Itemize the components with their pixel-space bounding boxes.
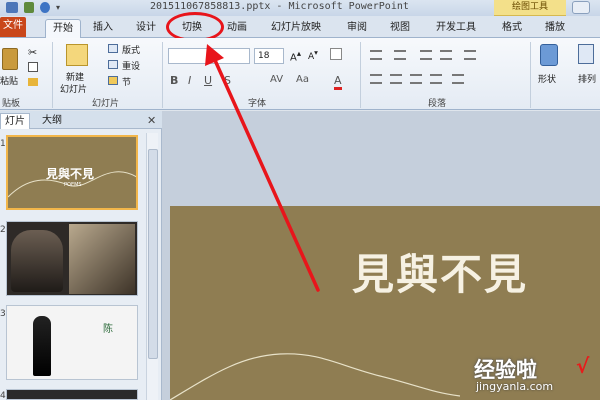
title-bar: ▾ 201511067858813.pptx - Microsoft Power…: [0, 0, 600, 16]
scrollbar-thumb[interactable]: [148, 149, 158, 359]
thumbnail-text: 陈: [103, 324, 113, 335]
tab-format[interactable]: 格式: [497, 19, 527, 38]
tab-slideshow[interactable]: 幻灯片放映: [266, 19, 326, 38]
paste-label[interactable]: 粘贴: [0, 74, 18, 87]
justify-icon[interactable]: [430, 74, 442, 84]
font-color-icon[interactable]: A: [334, 74, 342, 90]
tab-file[interactable]: 文件: [0, 17, 26, 37]
italic-icon[interactable]: I: [188, 74, 191, 87]
thumbnail-photo-left: [11, 230, 63, 292]
grow-font-icon[interactable]: A▴: [290, 48, 301, 63]
ribbon-separator: [162, 42, 163, 108]
tab-insert[interactable]: 插入: [88, 19, 118, 38]
slide-thumbnail[interactable]: 陈: [6, 305, 138, 380]
thumbnail-photo-right: [69, 224, 135, 294]
tab-view[interactable]: 视图: [385, 19, 415, 38]
thumbnail-scrollbar[interactable]: [146, 133, 158, 400]
tab-developer[interactable]: 开发工具: [432, 19, 480, 38]
thumbnail-title: 見與不見: [46, 167, 95, 181]
slides-pane: 灯片 大纲 ✕ 1 見與不見 POEMS 2 3 陈 4: [0, 111, 162, 400]
minimize-button[interactable]: [572, 1, 590, 14]
font-name-combo[interactable]: [168, 48, 250, 64]
tab-home[interactable]: 开始: [45, 19, 81, 38]
watermark: 经验啦 √ jingyanla.com: [474, 354, 594, 398]
ribbon: 粘贴 ✂ 贴板 新建 幻灯片 版式 重设 节 幻灯片 18 A▴ A▾ B I …: [0, 38, 600, 110]
slide-thumbnail[interactable]: [6, 221, 138, 296]
bold-icon[interactable]: B: [170, 74, 178, 87]
shapes-icon[interactable]: [540, 44, 558, 66]
tab-animations[interactable]: 动画: [222, 19, 252, 38]
drawing-tools-context-title: 绘图工具: [494, 0, 566, 16]
section-icon[interactable]: [108, 76, 118, 85]
shapes-button[interactable]: 形状: [538, 72, 556, 85]
slide-number: 4: [0, 391, 6, 400]
align-right-icon[interactable]: [410, 74, 422, 84]
undo-icon[interactable]: [24, 2, 34, 13]
character-spacing-icon[interactable]: AV: [270, 74, 283, 85]
format-painter-icon[interactable]: [28, 78, 38, 86]
watermark-url: jingyanla.com: [476, 380, 554, 393]
underline-icon[interactable]: U: [204, 74, 212, 87]
slide-number: 2: [0, 225, 6, 235]
layout-icon[interactable]: [108, 44, 118, 53]
redo-icon[interactable]: [40, 2, 50, 13]
ribbon-tab-row: 文件 开始 插入 设计 切换 动画 幻灯片放映 审阅 视图 开发工具 格式 播放: [0, 16, 600, 38]
clipboard-group-label: 贴板: [2, 99, 21, 109]
cut-icon[interactable]: ✂: [28, 46, 37, 59]
font-size-value: 18: [258, 51, 270, 61]
ribbon-separator: [360, 42, 361, 108]
close-icon[interactable]: ✕: [147, 114, 156, 127]
ribbon-separator: [52, 42, 53, 108]
thumbnail-figure: [33, 316, 51, 376]
pane-tabs: 灯片 大纲 ✕: [0, 111, 162, 129]
line-spacing-icon[interactable]: [464, 50, 476, 60]
shrink-font-icon[interactable]: A▾: [308, 48, 318, 62]
slide-number: 3: [0, 309, 6, 319]
arrange-icon[interactable]: [578, 44, 594, 64]
slide-title[interactable]: 見與不見: [352, 241, 528, 302]
powerpoint-window: ▾ 201511067858813.pptx - Microsoft Power…: [0, 0, 600, 400]
align-left-icon[interactable]: [370, 74, 382, 84]
slide-number: 1: [0, 139, 6, 149]
numbering-icon[interactable]: [394, 50, 406, 60]
copy-icon[interactable]: [28, 62, 38, 72]
increase-indent-icon[interactable]: [440, 50, 452, 60]
save-icon[interactable]: [6, 2, 18, 13]
reset-icon[interactable]: [108, 60, 118, 69]
paragraph-group-label: 段落: [428, 99, 447, 109]
arrange-button[interactable]: 排列: [578, 72, 596, 85]
window-title: 201511067858813.pptx - Microsoft PowerPo…: [150, 1, 409, 12]
tab-slides-pane[interactable]: 灯片: [0, 113, 30, 129]
new-slide-icon[interactable]: [66, 44, 88, 66]
new-slide-sublabel[interactable]: 幻灯片: [60, 82, 87, 95]
tab-playback[interactable]: 播放: [540, 19, 570, 38]
bullets-icon[interactable]: [370, 50, 382, 60]
customize-quick-access-icon[interactable]: ▾: [56, 2, 68, 13]
section-button[interactable]: 节: [122, 75, 131, 88]
columns-icon[interactable]: [452, 74, 464, 84]
align-center-icon[interactable]: [390, 74, 402, 84]
slide-thumbnail[interactable]: 見與不見 POEMS: [6, 135, 138, 210]
clear-formatting-icon[interactable]: [330, 48, 342, 60]
strikethrough-icon[interactable]: S: [224, 74, 231, 87]
font-group-label: 字体: [248, 99, 267, 109]
slide-thumbnail[interactable]: [6, 389, 138, 400]
thumbnail-subtitle: POEMS: [64, 182, 82, 188]
change-case-icon[interactable]: Aa: [296, 74, 309, 85]
ribbon-separator: [530, 42, 531, 108]
slides-group-label: 幻灯片: [92, 99, 120, 109]
tab-review[interactable]: 审阅: [342, 19, 372, 38]
tab-design[interactable]: 设计: [131, 19, 161, 38]
tab-outline-pane[interactable]: 大纲: [38, 113, 66, 129]
reset-button[interactable]: 重设: [122, 59, 140, 72]
paste-icon[interactable]: [2, 48, 18, 70]
layout-button[interactable]: 版式: [122, 43, 140, 56]
font-size-combo[interactable]: 18: [254, 48, 284, 64]
decrease-indent-icon[interactable]: [420, 50, 432, 60]
checkmark-icon: √: [576, 354, 590, 378]
